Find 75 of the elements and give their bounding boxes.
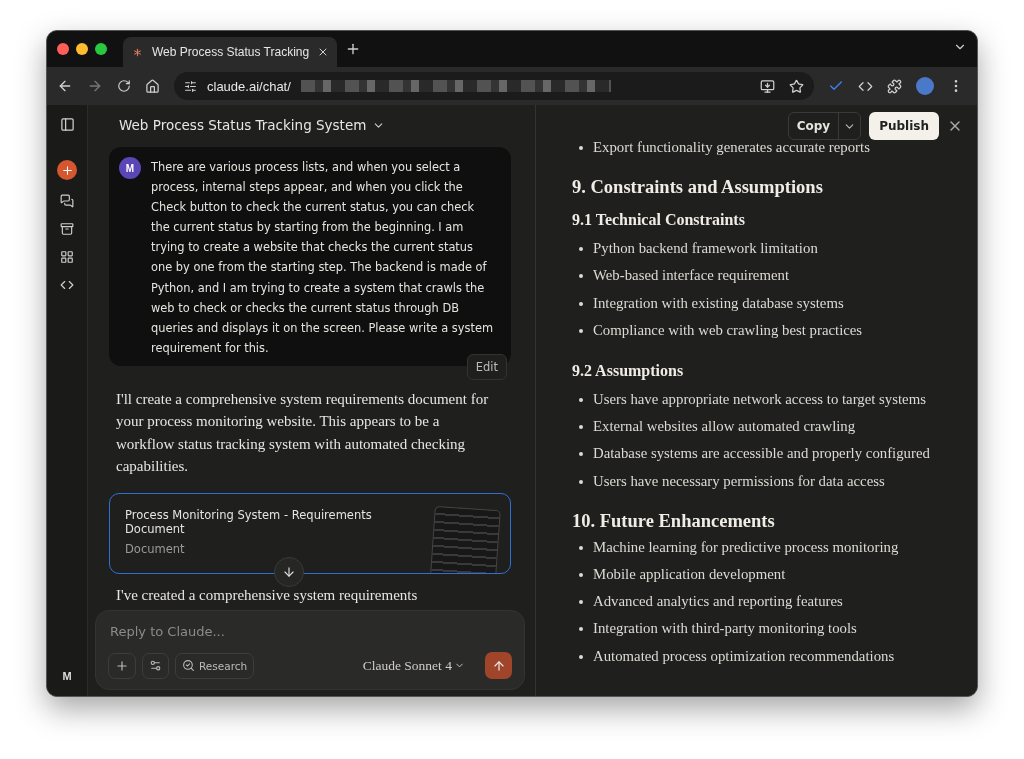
arrow-down-icon: [282, 565, 296, 579]
home-icon[interactable]: [145, 78, 160, 94]
research-button[interactable]: Research: [175, 652, 255, 679]
user-avatar: M: [119, 157, 141, 179]
plus-icon: [115, 658, 129, 673]
site-settings-icon[interactable]: [184, 79, 197, 93]
bullet-icon: [579, 425, 583, 430]
scroll-down-button[interactable]: [274, 557, 304, 587]
section-heading: 10. Future Enhancements: [572, 509, 776, 533]
list-item: External websites allow automated crawling: [593, 417, 856, 437]
back-icon[interactable]: [57, 78, 73, 94]
chat-title[interactable]: Web Process Status Tracking System: [119, 117, 367, 133]
list-item: Automated process optimization recommendations: [593, 646, 895, 666]
artifact-title: Process Monitoring System - Requirements Document: [125, 508, 373, 537]
bullet-icon: [579, 398, 583, 402]
puzzle-icon[interactable]: [887, 78, 902, 94]
assistant-message: I've created a comprehensive system requirements: [116, 586, 419, 605]
bullet-icon: [579, 328, 583, 333]
bullet-icon: [579, 301, 583, 306]
bullet-icon: [579, 247, 583, 252]
reply-input[interactable]: Reply to Claude...: [108, 623, 512, 640]
add-button[interactable]: [108, 652, 136, 679]
list-item: Python backend framework limitation: [593, 239, 818, 259]
plus-icon: [60, 163, 74, 177]
assistant-message: I'll create a comprehensive system requirements document for your process monitoring website. This appears to be a workflow status tracking system with automated checking capabilities.: [116, 389, 490, 476]
star-icon[interactable]: [789, 78, 804, 94]
sidebar-icon[interactable]: [59, 117, 75, 132]
bullet-icon: [579, 654, 583, 659]
bullet-icon: [579, 600, 583, 605]
subsection-heading: 9.1 Technical Constraints: [572, 210, 746, 231]
search-icon: [182, 659, 195, 672]
reload-icon[interactable]: [117, 79, 131, 93]
list-item: Integration with existing database systems: [593, 293, 844, 313]
edit-button[interactable]: Edit: [466, 353, 507, 380]
bullet-icon: [579, 479, 583, 484]
forward-icon[interactable]: [87, 78, 103, 94]
list-item: Advanced analytics and reporting features: [593, 592, 843, 612]
grid-icon[interactable]: [60, 250, 74, 264]
new-chat-button[interactable]: [57, 160, 77, 180]
list-item: Export functionality generates accurate reports: [593, 138, 870, 157]
list-item: Web-based interface requirement: [593, 266, 789, 286]
section-heading: 9. Constraints and Assumptions: [572, 176, 824, 200]
window-close-button[interactable]: [57, 43, 69, 55]
chats-icon[interactable]: [60, 194, 74, 208]
list-item: Integration with third-party monitoring tools: [593, 619, 857, 639]
window-minimize-button[interactable]: [76, 43, 88, 55]
list-item: Users have necessary permissions for data access: [593, 471, 885, 491]
install-icon[interactable]: [760, 78, 775, 94]
profile-avatar[interactable]: [916, 77, 934, 95]
artifact-type: Document: [125, 542, 186, 557]
bullet-icon: [579, 146, 583, 150]
projects-icon[interactable]: [60, 222, 74, 236]
sliders-icon: [149, 659, 162, 672]
model-selector[interactable]: Claude Sonnet 4: [356, 656, 471, 675]
bullet-icon: [579, 545, 583, 550]
window-zoom-button[interactable]: [95, 43, 107, 55]
list-item: Database systems are accessible and properly configured: [593, 444, 930, 464]
tools-button[interactable]: [142, 652, 169, 679]
list-item: Mobile application development: [593, 565, 786, 585]
list-item: Users have appropriate network access to target systems: [593, 390, 926, 409]
address-field[interactable]: claude.ai/chat/: [174, 72, 814, 100]
browser-tab[interactable]: Web Process Status Tracking: [123, 37, 338, 67]
bullet-icon: [579, 573, 583, 578]
bullet-icon: [579, 274, 583, 279]
send-button[interactable]: [485, 652, 512, 679]
user-avatar[interactable]: M: [62, 670, 72, 682]
code-icon[interactable]: [60, 278, 74, 292]
bullet-icon: [579, 452, 583, 457]
document-thumbnail: [429, 505, 501, 574]
list-item: Machine learning for predictive process monitoring: [593, 537, 899, 557]
publish-button[interactable]: Publish: [869, 112, 939, 140]
arrow-up-icon: [491, 658, 506, 673]
subsection-heading: 9.2 Assumptions: [572, 361, 685, 382]
list-item: Compliance with web crawling best practices: [593, 320, 863, 340]
bullet-icon: [579, 627, 583, 632]
